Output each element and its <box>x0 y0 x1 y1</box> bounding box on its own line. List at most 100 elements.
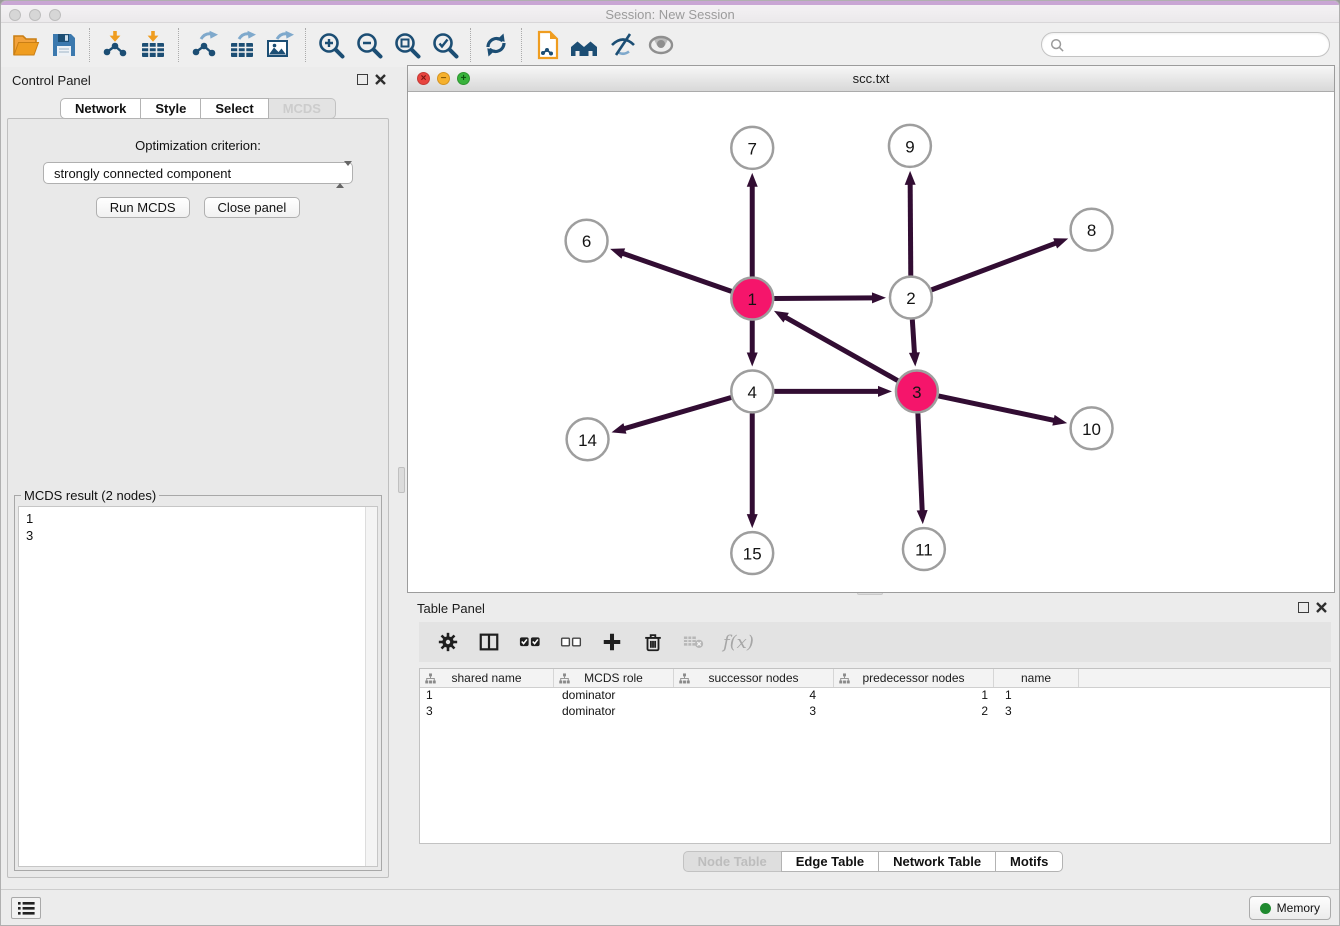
cell-successor-nodes[interactable]: 4 <box>674 688 834 704</box>
node-10[interactable]: 10 <box>1071 407 1113 449</box>
memory-button[interactable]: Memory <box>1249 896 1331 920</box>
edge-4-3[interactable] <box>774 386 892 397</box>
zoom-out-button[interactable] <box>350 26 388 64</box>
column-header-shared-name[interactable]: shared name <box>420 669 554 687</box>
svg-text:8: 8 <box>1087 221 1096 240</box>
delete-column-button[interactable] <box>641 630 665 654</box>
vertical-splitter-grip[interactable] <box>398 467 405 493</box>
edge-2-3[interactable] <box>909 320 920 367</box>
add-column-icon <box>601 631 623 653</box>
select-all-button[interactable] <box>518 630 542 654</box>
node-6[interactable]: 6 <box>566 220 608 262</box>
tab-network-table[interactable]: Network Table <box>878 851 996 872</box>
search-box[interactable] <box>1041 32 1330 57</box>
table-toolbar: f(x) <box>419 622 1331 662</box>
node-9[interactable]: 9 <box>889 125 931 167</box>
first-neighbors-button[interactable] <box>566 26 604 64</box>
export-table-button[interactable] <box>223 26 261 64</box>
hide-selected-button[interactable] <box>604 26 642 64</box>
table-row[interactable]: 3dominator323 <box>420 704 1330 720</box>
node-3[interactable]: 3 <box>896 370 938 412</box>
column-label: MCDS role <box>584 671 643 685</box>
edge-2-9[interactable] <box>905 171 916 276</box>
add-column-button[interactable] <box>600 630 624 654</box>
export-network-button[interactable] <box>185 26 223 64</box>
toolbar-separator <box>521 28 522 62</box>
open-session-button[interactable] <box>7 26 45 64</box>
node-14[interactable]: 14 <box>567 418 609 460</box>
apply-layout-button[interactable] <box>477 26 515 64</box>
edge-2-8[interactable] <box>931 238 1068 290</box>
cell-name[interactable]: 1 <box>994 688 1079 704</box>
edge-3-10[interactable] <box>938 396 1067 426</box>
node-8[interactable]: 8 <box>1071 209 1113 251</box>
cell-successor-nodes[interactable]: 3 <box>674 704 834 720</box>
table-row[interactable]: 1dominator411 <box>420 688 1330 704</box>
gear-button[interactable] <box>436 630 460 654</box>
cell-mcds-role[interactable]: dominator <box>554 704 674 720</box>
node-4[interactable]: 4 <box>731 370 773 412</box>
column-header-predecessor-nodes[interactable]: predecessor nodes <box>834 669 994 687</box>
cell-shared-name[interactable]: 1 <box>420 688 554 704</box>
deselect-all-button[interactable] <box>559 630 583 654</box>
mcds-result-textarea[interactable]: 13 <box>18 506 378 867</box>
edge-4-15[interactable] <box>747 413 758 528</box>
zoom-fit-icon <box>392 30 422 60</box>
network-canvas[interactable]: 7 9 6 8 1 2 4 3 14 10 15 11 <box>408 92 1334 592</box>
close-panel-icon[interactable] <box>374 73 387 86</box>
close-table-panel-icon[interactable] <box>1315 601 1328 614</box>
save-session-button[interactable] <box>45 26 83 64</box>
tab-mcds[interactable]: MCDS <box>268 98 336 119</box>
column-header-mcds-role[interactable]: MCDS role <box>554 669 674 687</box>
edge-4-14[interactable] <box>612 398 732 434</box>
node-2[interactable]: 2 <box>890 277 932 319</box>
new-network-from-selection-button[interactable] <box>528 26 566 64</box>
node-7[interactable]: 7 <box>731 127 773 169</box>
selected-criterion: strongly connected component <box>54 166 231 181</box>
import-network-button[interactable] <box>96 26 134 64</box>
edge-1-4[interactable] <box>747 321 758 367</box>
edge-3-11[interactable] <box>917 413 928 524</box>
import-table-button[interactable] <box>134 26 172 64</box>
run-mcds-button[interactable]: Run MCDS <box>96 197 190 218</box>
task-history-button[interactable] <box>11 897 41 919</box>
float-table-panel-icon[interactable] <box>1298 602 1309 613</box>
zoom-selected-button[interactable] <box>426 26 464 64</box>
result-scrollbar[interactable] <box>365 507 377 866</box>
cell-name[interactable]: 3 <box>994 704 1079 720</box>
network-view-window: × − + scc.txt 7968124314101511 <box>407 65 1335 593</box>
cell-mcds-role[interactable]: dominator <box>554 688 674 704</box>
zoom-in-button[interactable] <box>312 26 350 64</box>
column-header-name[interactable]: name <box>994 669 1079 687</box>
tab-edge-table[interactable]: Edge Table <box>781 851 879 872</box>
network-graph: 7 9 6 8 1 2 4 3 14 10 15 11 <box>408 92 1334 592</box>
tab-select[interactable]: Select <box>200 98 268 119</box>
optimization-criterion-select[interactable]: strongly connected component <box>43 162 353 184</box>
close-panel-button[interactable]: Close panel <box>204 197 301 218</box>
search-input[interactable] <box>1068 34 1323 55</box>
node-11[interactable]: 11 <box>903 528 945 570</box>
cell-predecessor-nodes[interactable]: 2 <box>834 704 994 720</box>
column-header-successor-nodes[interactable]: successor nodes <box>674 669 834 687</box>
split-view-button[interactable] <box>477 630 501 654</box>
edge-1-6[interactable] <box>610 248 731 291</box>
node-15[interactable]: 15 <box>731 532 773 574</box>
export-image-button[interactable] <box>261 26 299 64</box>
export-image-icon <box>265 30 295 60</box>
edge-3-1[interactable] <box>774 311 898 381</box>
tab-network[interactable]: Network <box>60 98 141 119</box>
tab-style[interactable]: Style <box>140 98 201 119</box>
tab-motifs[interactable]: Motifs <box>995 851 1063 872</box>
cell-shared-name[interactable]: 3 <box>420 704 554 720</box>
edge-1-2[interactable] <box>774 292 886 303</box>
tab-node-table[interactable]: Node Table <box>683 851 782 872</box>
cell-predecessor-nodes[interactable]: 1 <box>834 688 994 704</box>
control-panel-title: Control Panel <box>12 73 91 88</box>
toolbar-separator <box>305 28 306 62</box>
node-1[interactable]: 1 <box>731 278 773 320</box>
column-label: name <box>1021 671 1051 685</box>
float-panel-icon[interactable] <box>357 74 368 85</box>
show-all-button[interactable] <box>642 26 680 64</box>
zoom-fit-button[interactable] <box>388 26 426 64</box>
edge-1-7[interactable] <box>747 173 758 277</box>
